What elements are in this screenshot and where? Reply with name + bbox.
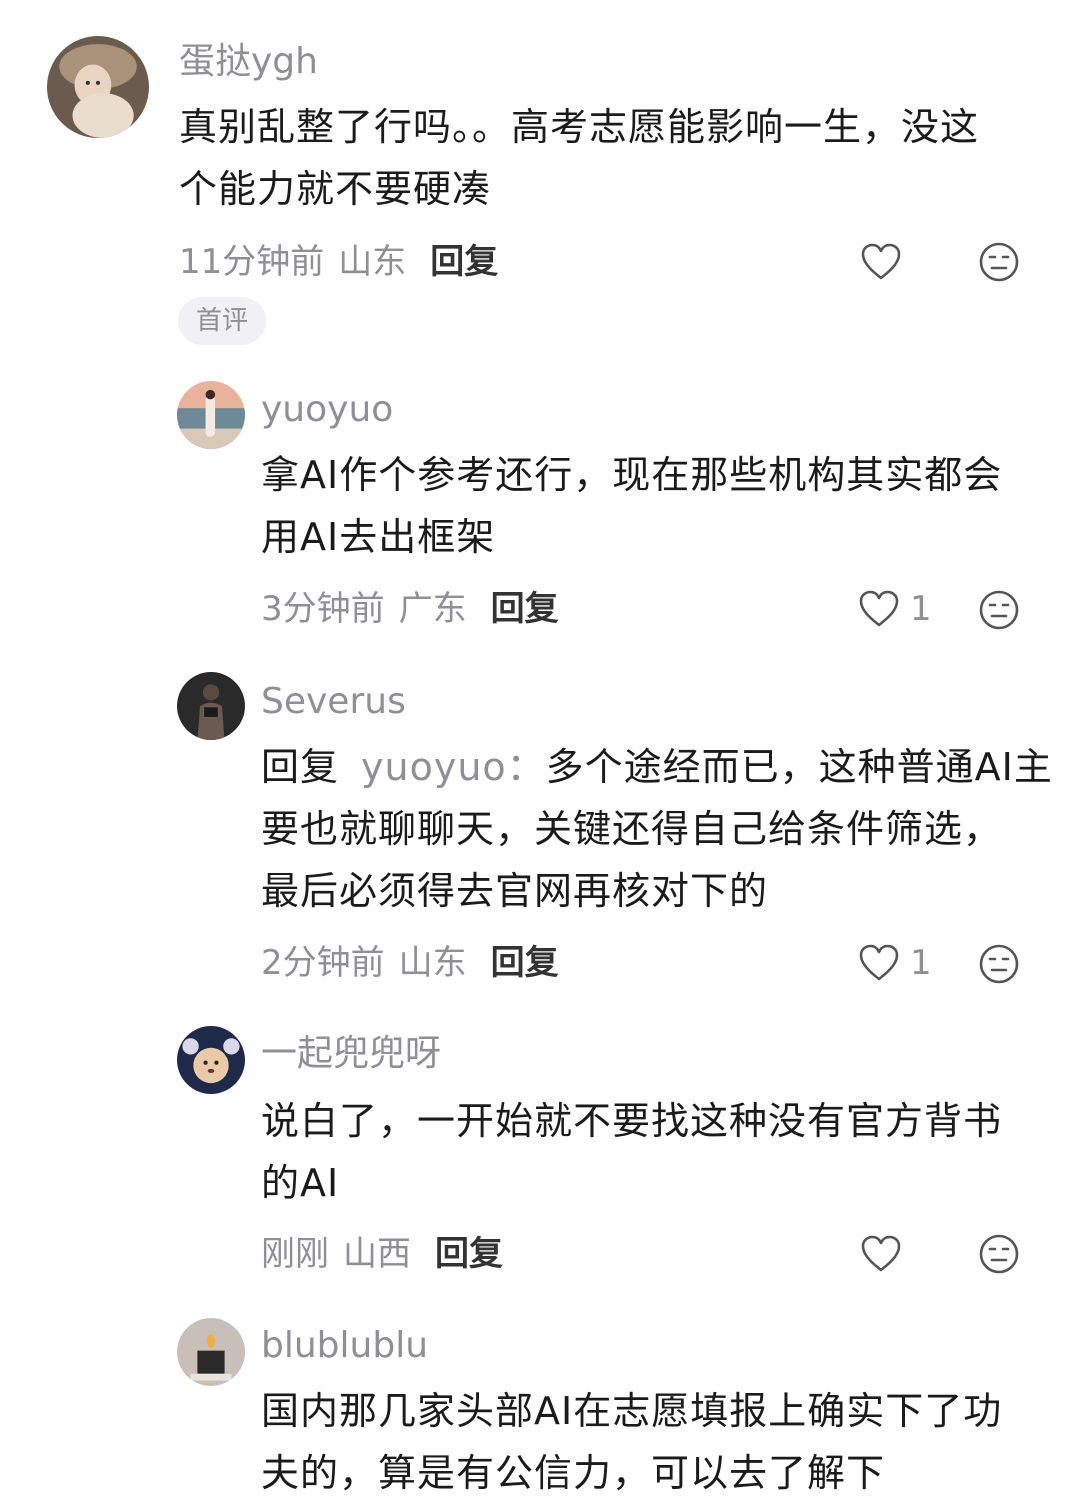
reply-target-username[interactable]: yuoyuo： — [361, 745, 546, 789]
username[interactable]: yuoyuo — [261, 392, 393, 428]
avatar-athlete-icon — [177, 672, 245, 740]
comment-line-text: 多个途经而已，这种普通AI主 — [545, 745, 1053, 789]
location: 山东 — [398, 943, 467, 983]
like-button[interactable]: 1 — [858, 943, 932, 983]
comment-text: 拿AI作个参考还行，现在那些机构其实都会 用AI去出框架 — [261, 444, 1051, 568]
frown-face-icon — [979, 242, 1019, 282]
comment-line: 国内那几家头部AI在志愿填报上确实下了功 — [261, 1389, 1003, 1433]
timestamp: 11分钟前 — [179, 242, 325, 282]
frown-face-icon — [979, 944, 1019, 984]
frown-face-icon — [979, 1234, 1019, 1274]
reply-button[interactable]: 回复 — [491, 589, 559, 629]
like-count: 1 — [910, 943, 932, 983]
avatar[interactable] — [177, 1026, 245, 1094]
comment-line: 的AI — [261, 1161, 340, 1205]
comment-text: 真别乱整了行吗。。高考志愿能影响一生，没这 个能力就不要硬凑 — [179, 96, 1039, 220]
reply-prefix: 回复 — [261, 745, 340, 789]
avatar-woman-with-cat-icon — [47, 36, 149, 138]
frown-face-icon — [979, 590, 1019, 630]
username[interactable]: Severus — [261, 684, 406, 720]
like-count: 1 — [910, 589, 932, 629]
location: 山西 — [343, 1234, 411, 1274]
like-button[interactable] — [860, 1234, 902, 1274]
reply-item: yuoyuo 拿AI作个参考还行，现在那些机构其实都会 用AI去出框架 3分钟前… — [0, 360, 1080, 660]
comment-line: 用AI去出框架 — [261, 515, 496, 559]
username[interactable]: blublublu — [261, 1328, 428, 1364]
comment-line: 夫的，算是有公信力，可以去了解下 — [261, 1451, 886, 1495]
comment-text: 国内那几家头部AI在志愿填报上确实下了功 夫的，算是有公信力，可以去了解下 — [261, 1380, 1051, 1504]
comment-meta: 刚刚 山西 回复 — [261, 1237, 503, 1271]
comment-line: 拿AI作个参考还行，现在那些机构其实都会 — [261, 453, 1003, 497]
avatar-toy-dog-icon — [177, 1026, 245, 1094]
dislike-button[interactable] — [978, 1233, 1020, 1275]
avatar[interactable] — [177, 672, 245, 740]
reply-item: Severus 回复 yuoyuo：多个途经而已，这种普通AI主 要也就聊聊天，关… — [0, 660, 1080, 1010]
reply-button[interactable]: 回复 — [491, 943, 559, 983]
dislike-button[interactable] — [978, 589, 1020, 631]
comment-line: 个能力就不要硬凑 — [179, 167, 492, 211]
comment-line: 说白了，一开始就不要找这种没有官方背书 — [261, 1099, 1003, 1143]
comment-meta: 3分钟前 广东 回复 — [261, 592, 559, 626]
comment-meta: 2分钟前 山东 回复 — [261, 946, 559, 980]
reply-button[interactable]: 回复 — [430, 242, 498, 282]
comment-line: 最后必须得去官网再核对下的 — [261, 869, 769, 913]
avatar[interactable] — [177, 381, 245, 449]
heart-icon — [859, 944, 899, 981]
location: 广东 — [398, 589, 467, 629]
reply-item: 一起兜兜呀 说白了，一开始就不要找这种没有官方背书 的AI 刚刚 山西 回复 — [0, 1010, 1080, 1310]
reply-item: blublublu 国内那几家头部AI在志愿填报上确实下了功 夫的，算是有公信力… — [0, 1310, 1080, 1509]
avatar-candle-icon — [177, 1318, 245, 1386]
timestamp: 3分钟前 — [261, 589, 385, 629]
comment-item: 蛋挞ygh 真别乱整了行吗。。高考志愿能影响一生，没这 个能力就不要硬凑 11分… — [0, 0, 1080, 360]
comment-meta: 11分钟前 山东 回复 — [179, 245, 498, 279]
reply-button[interactable]: 回复 — [435, 1234, 503, 1274]
avatar[interactable] — [47, 36, 149, 138]
dislike-button[interactable] — [978, 943, 1020, 985]
heart-icon — [861, 1235, 901, 1272]
like-button[interactable] — [860, 242, 902, 282]
dislike-button[interactable] — [978, 241, 1020, 283]
comment-text: 说白了，一开始就不要找这种没有官方背书 的AI — [261, 1090, 1051, 1214]
avatar[interactable] — [177, 1318, 245, 1386]
heart-icon — [861, 243, 901, 280]
like-button[interactable]: 1 — [858, 589, 932, 629]
comment-line: 要也就聊聊天，关键还得自己给条件筛选， — [261, 807, 1003, 851]
location: 山东 — [338, 242, 407, 282]
username[interactable]: 蛋挞ygh — [179, 44, 318, 80]
heart-icon — [859, 590, 899, 627]
timestamp: 2分钟前 — [261, 943, 385, 983]
avatar-beach-girl-icon — [177, 381, 245, 449]
comment-text: 回复 yuoyuo：多个途经而已，这种普通AI主 要也就聊聊天，关键还得自己给条件… — [261, 736, 1061, 922]
comment-line: 回复 yuoyuo：多个途经而已，这种普通AI主 — [261, 736, 1061, 798]
comment-line: 真别乱整了行吗。。高考志愿能影响一生，没这 — [179, 105, 980, 149]
timestamp: 刚刚 — [261, 1234, 329, 1274]
username[interactable]: 一起兜兜呀 — [261, 1036, 441, 1072]
first-comment-badge: 首评 — [178, 297, 267, 345]
